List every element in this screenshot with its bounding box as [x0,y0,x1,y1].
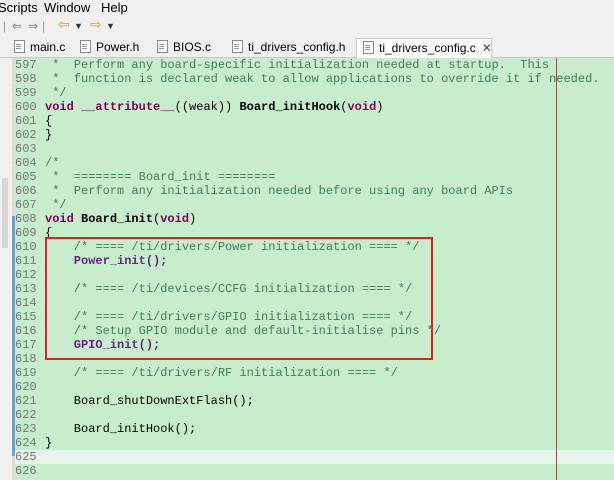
line-number: 616 [15,324,37,338]
line-number: 619 [15,366,37,380]
line-number: 615 [15,310,37,324]
code-text: * function is declared weak to allow app… [45,72,600,86]
overview-gutter [0,58,12,480]
code-text: Board_initHook(); [45,422,197,436]
next-edit-location-icon[interactable]: ⇒ [28,20,38,33]
forward-dropdown-icon[interactable]: ▼ [106,20,115,33]
code-text: */ [45,198,67,212]
line-number: 608 [15,212,37,226]
code-line: 619 /* ==== /ti/drivers/RF initializatio… [15,366,614,380]
line-number: 614 [15,296,37,310]
c-file-icon [157,40,168,53]
line-number: 617 [15,338,37,352]
line-number: 611 [15,254,37,268]
tab-ti-drivers-config-c[interactable]: ti_drivers_config.c ✕ [356,38,492,58]
code-text: * Perform any initialization needed befo… [45,184,514,198]
editor-tab-bar: main.c Power.h BIOS.c ti_drivers_config.… [0,37,614,58]
code-line: 606 * Perform any initialization needed … [15,184,614,198]
code-line: 605 * ======== Board_init ======== [15,170,614,184]
line-number: 622 [15,408,37,422]
code-line: 598 * function is declared weak to allow… [15,72,614,86]
code-line: 602} [15,128,614,142]
tab-ti-drivers-config-h[interactable]: ti_drivers_config.h [226,38,352,57]
scroll-thumb[interactable] [2,178,8,248]
line-number: 602 [15,128,37,142]
line-number: 620 [15,380,37,394]
line-number: 610 [15,240,37,254]
code-line: 599 */ [15,86,614,100]
tab-power-h[interactable]: Power.h [74,38,148,57]
tab-main-c[interactable]: main.c [6,38,78,57]
code-text: * ======== Board_init ======== [45,170,276,184]
code-line: 622 [15,408,614,422]
code-text: } [45,436,53,450]
close-tab-icon[interactable]: ✕ [482,41,492,55]
h-file-icon [80,40,91,53]
code-line: 608 void Board_init(void) [15,212,614,226]
toolbar: | ⇐ ⇒ | ⇦ ▼ ⇨ ▼ [0,16,614,37]
line-number: 623 [15,422,37,436]
code-line: 621 Board_shutDownExtFlash(); [15,394,614,408]
menu-bar: Scripts Window Help [0,0,614,16]
line-number: 609 [15,226,37,240]
c-file-icon [363,41,374,54]
line-number: 601 [15,114,37,128]
line-number: 598 [15,72,37,86]
menu-window[interactable]: Window [44,0,90,16]
code-line: 624} [15,436,614,450]
line-number: 613 [15,282,37,296]
back-dropdown-icon[interactable]: ▼ [74,20,83,33]
menu-help[interactable]: Help [101,0,128,16]
line-number: 603 [15,142,37,156]
print-margin-line [556,58,557,480]
code-text: /* ==== /ti/drivers/RF initialization ==… [45,366,398,380]
separator-icon: | [42,19,46,33]
code-editor[interactable]: 597 * Perform any board-specific initial… [0,58,614,480]
line-number: 626 [15,464,37,478]
code-text: void __attribute__((weak)) Board_initHoo… [45,100,384,114]
code-line: 623 Board_initHook(); [15,422,614,436]
line-number: 597 [15,58,37,72]
line-number: 606 [15,184,37,198]
annotation-highlight-box [45,237,433,360]
c-file-icon [14,40,25,53]
menu-scripts[interactable]: Scripts [0,0,38,16]
line-number: 604 [15,156,37,170]
code-text: /* [45,156,60,170]
code-line: 626 [15,464,614,478]
code-text: { [45,114,53,128]
code-line: 620 [15,380,614,394]
line-number: 624 [15,436,37,450]
line-number: 605 [15,170,37,184]
forward-arrow-icon[interactable]: ⇨ [90,17,102,31]
code-line: 603 [15,142,614,156]
code-line: 604 /* [15,156,614,170]
code-text: } [45,128,53,142]
tab-bios-c[interactable]: BIOS.c [151,38,221,57]
code-line: 600 void __attribute__((weak)) Board_init… [15,100,614,114]
code-text: void Board_init(void) [45,212,197,226]
code-line: 597 * Perform any board-specific initial… [15,58,614,72]
line-number: 599 [15,86,37,100]
line-number: 612 [15,268,37,282]
line-number: 600 [15,100,37,114]
current-line: 625 [15,450,614,464]
code-text: Board_shutDownExtFlash(); [45,394,254,408]
code-line: 601 { [15,114,614,128]
separator-icon: | [3,19,7,33]
back-arrow-icon[interactable]: ⇦ [58,17,70,31]
line-number: 618 [15,352,37,366]
line-number: 625 [15,450,37,464]
prev-edit-location-icon[interactable]: ⇐ [12,20,22,33]
code-text: */ [45,86,67,100]
line-number: 607 [15,198,37,212]
h-file-icon [232,40,243,53]
line-number: 621 [15,394,37,408]
code-text: * Perform any board-specific initializat… [45,58,550,72]
code-line: 607 */ [15,198,614,212]
